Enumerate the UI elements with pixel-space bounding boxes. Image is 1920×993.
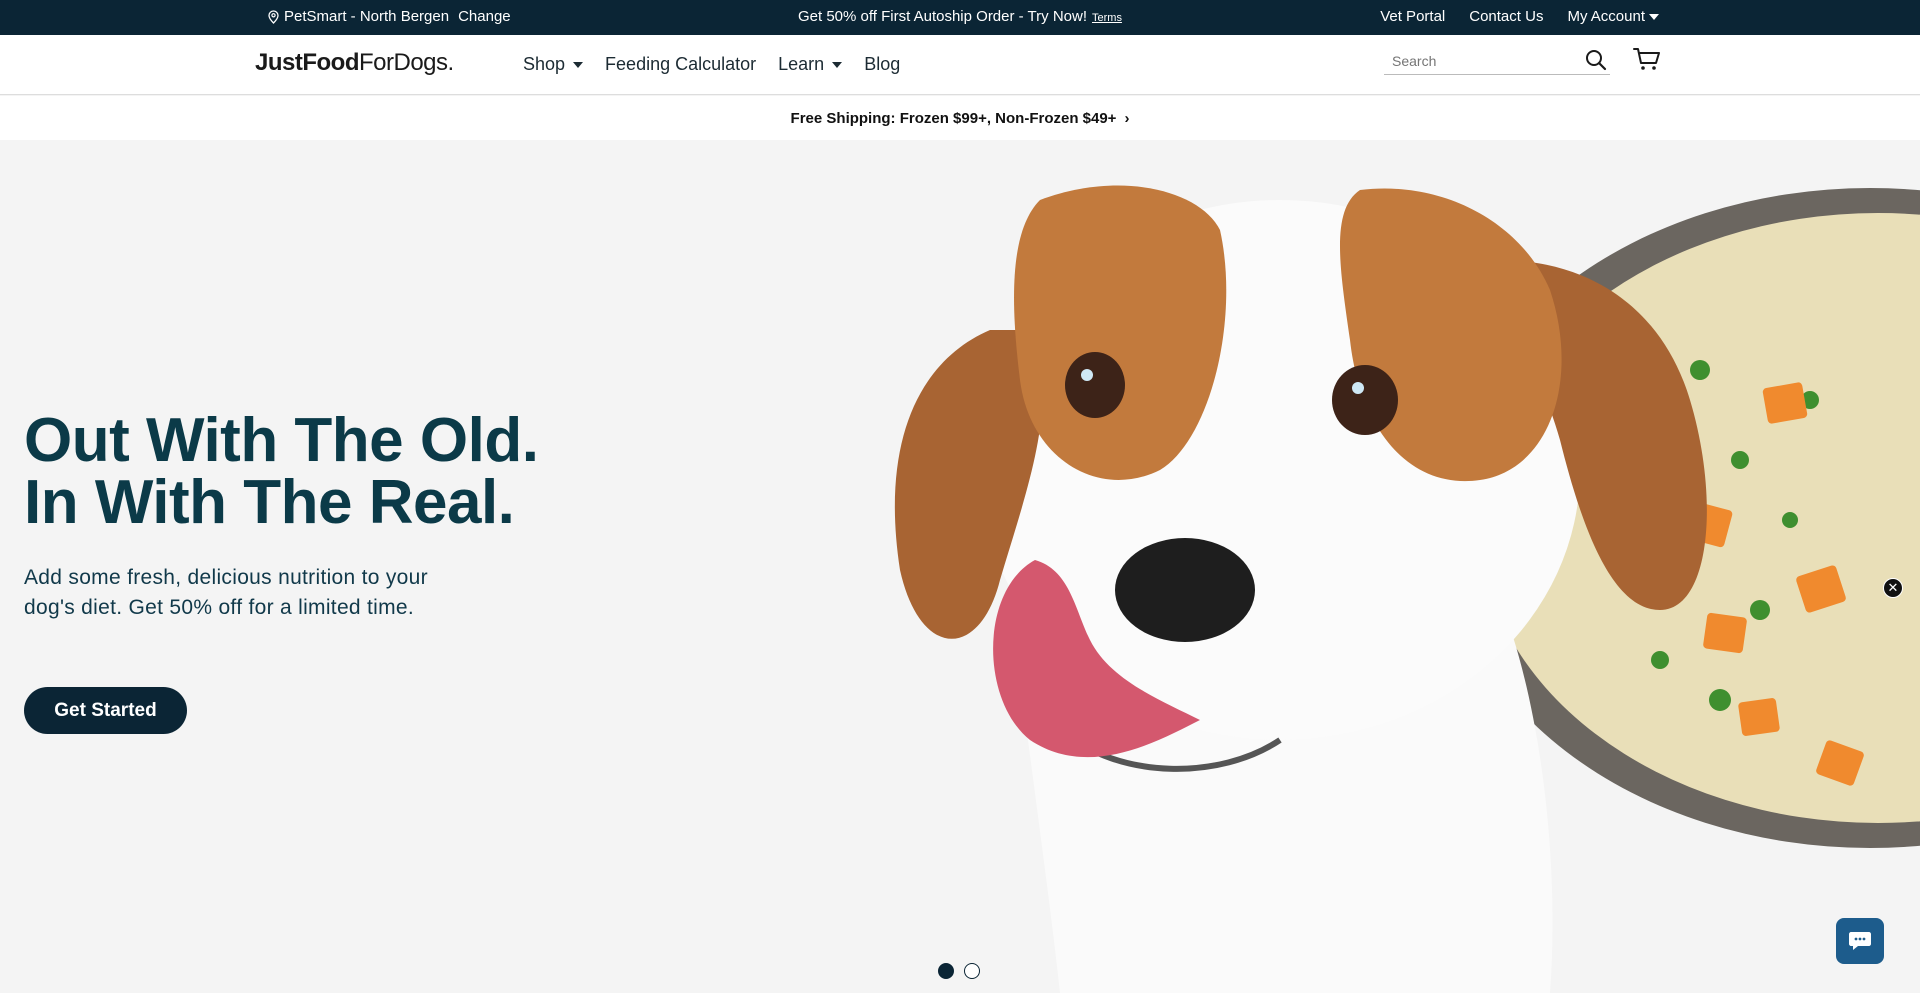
promo-banner[interactable]: Get 50% off First Autoship Order - Try N… [798,8,1122,25]
hero-banner: Out With The Old. In With The Real. Add … [0,140,1920,993]
carousel-dot-2[interactable] [964,963,980,979]
utility-links: Vet Portal Contact Us My Account [1380,8,1659,25]
my-account-label: My Account [1567,8,1645,25]
chevron-down-icon [573,61,584,68]
contact-us-link[interactable]: Contact Us [1469,8,1543,25]
nav-learn[interactable]: Learn [778,54,843,75]
store-name: PetSmart - North Bergen [284,8,450,25]
store-location[interactable]: PetSmart - North Bergen Change [268,8,511,25]
nav-feeding-calculator[interactable]: Feeding Calculator [605,54,756,75]
cart-icon[interactable] [1633,47,1661,76]
site-logo[interactable]: JustFoodForDogs. [255,49,454,77]
chevron-right-icon: › [1124,110,1130,127]
change-store-link[interactable]: Change [458,8,511,25]
logo-dot: . [447,49,455,76]
my-account-menu[interactable]: My Account [1567,8,1659,25]
top-bar: PetSmart - North Bergen Change Get 50% o… [0,0,1920,35]
carousel-dots [938,963,980,979]
promo-text[interactable]: Get 50% off First Autoship Order - Try N… [798,8,1087,25]
chat-icon[interactable] [1836,918,1884,964]
close-icon[interactable]: ✕ [1883,578,1903,598]
logo-bold: JustFood [255,49,360,76]
main-header: JustFoodForDogs. Shop Feeding Calculator… [0,35,1920,95]
shipping-text: Free Shipping: Frozen $99+, Non-Frozen $… [790,110,1117,127]
main-nav: Shop Feeding Calculator Learn Blog [523,54,900,75]
hero-headline-line-1: Out With The Old. [24,406,539,475]
free-shipping-bar[interactable]: Free Shipping: Frozen $99+, Non-Frozen $… [0,96,1920,140]
dog-with-food-bowl-image [894,185,1920,993]
hero-subtext: Add some fresh, delicious nutrition to y… [24,566,428,619]
nav-shop[interactable]: Shop [523,54,584,75]
get-started-button[interactable]: Get Started [24,687,187,734]
nav-blog-label: Blog [864,54,901,74]
chevron-down-icon [832,61,843,68]
terms-link[interactable]: Terms [1092,12,1122,24]
nav-calculator-label: Feeding Calculator [605,54,757,74]
hero-headline: Out With The Old. In With The Real. [24,406,539,537]
vet-portal-link[interactable]: Vet Portal [1380,8,1445,25]
search-input[interactable] [1384,52,1574,69]
carousel-dot-1[interactable] [938,963,954,979]
nav-shop-label: Shop [523,54,566,74]
search-box [1384,47,1610,75]
search-icon[interactable] [1585,49,1607,76]
logo-thin: ForDogs [359,49,448,76]
hero-headline-line-2: In With The Real. [24,468,515,537]
nav-learn-label: Learn [778,54,825,74]
nav-blog[interactable]: Blog [864,54,900,75]
location-pin-icon [268,9,279,24]
chevron-down-icon [1649,13,1659,20]
